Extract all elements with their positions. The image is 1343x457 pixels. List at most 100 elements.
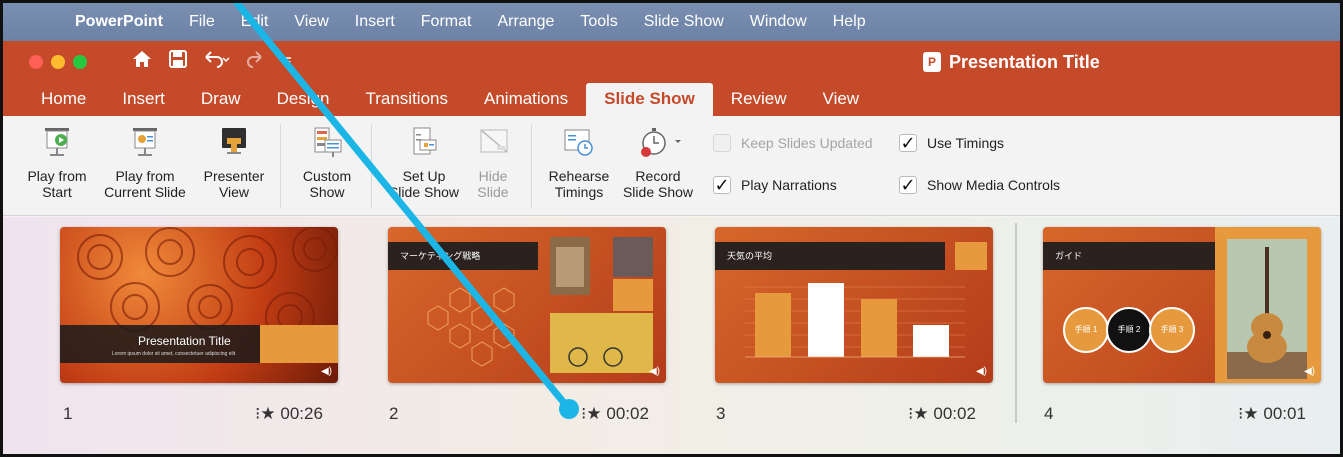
close-window-button[interactable] bbox=[29, 55, 43, 69]
hide-slide-label-2: Slide bbox=[477, 184, 509, 200]
audio-icon: ◀) bbox=[320, 366, 332, 377]
play-from-current-button[interactable]: Play from Current Slide bbox=[95, 126, 195, 200]
title-bar: P Presentation Title bbox=[3, 41, 1340, 83]
custom-show-button[interactable]: Custom Show bbox=[289, 126, 365, 200]
transition-star-icon: ⁝★ bbox=[255, 404, 276, 423]
tab-draw[interactable]: Draw bbox=[183, 83, 259, 116]
use-timings-checkbox[interactable]: ✓ Use Timings bbox=[899, 134, 1004, 152]
tab-home[interactable]: Home bbox=[23, 83, 104, 116]
slide-1-title: Presentation Title bbox=[138, 334, 231, 348]
tab-transitions[interactable]: Transitions bbox=[347, 83, 466, 116]
presenter-view-icon bbox=[216, 126, 252, 160]
slide-4-timing: ⁝★ 00:01 bbox=[1238, 404, 1306, 424]
slide-3-time: 00:02 bbox=[933, 404, 976, 423]
set-up-label-2: Slide Show bbox=[388, 184, 460, 200]
slide-2-time: 00:02 bbox=[606, 404, 649, 423]
presenter-view-button[interactable]: Presenter View bbox=[195, 126, 273, 200]
custom-show-icon bbox=[309, 126, 345, 160]
slide-2-timing: ⁝★ 00:02 bbox=[581, 404, 649, 424]
slide-1-time: 00:26 bbox=[280, 404, 323, 423]
tab-insert[interactable]: Insert bbox=[104, 83, 183, 116]
rehearse-label-1: Rehearse bbox=[548, 168, 610, 184]
tab-review[interactable]: Review bbox=[713, 83, 805, 116]
hide-slide-label-1: Hide bbox=[478, 168, 508, 184]
custom-show-label-1: Custom bbox=[302, 168, 352, 184]
transition-star-icon: ⁝★ bbox=[1238, 404, 1259, 423]
play-narrations-checkbox[interactable]: ✓ Play Narrations bbox=[713, 176, 837, 194]
show-media-controls-checkbox[interactable]: ✓ Show Media Controls bbox=[899, 176, 1060, 194]
menu-window[interactable]: Window bbox=[737, 13, 820, 31]
play-narrations-label: Play Narrations bbox=[741, 177, 837, 193]
menu-help[interactable]: Help bbox=[820, 13, 879, 31]
slide-thumbnail-4[interactable]: ガイド 手順 1 手順 2 手順 3 ◀) bbox=[1043, 227, 1321, 383]
record-slide-show-icon bbox=[628, 126, 688, 160]
slide-thumbnail-2[interactable]: マーケティング戦略 ◀) bbox=[388, 227, 666, 383]
step-3-circle: 手順 3 bbox=[1149, 307, 1195, 353]
transition-star-icon: ⁝★ bbox=[581, 404, 602, 423]
slide-sorter: Presentation Title Lorem ipsum dolor sit… bbox=[3, 217, 1340, 454]
menu-slide-show[interactable]: Slide Show bbox=[631, 13, 737, 31]
home-icon[interactable] bbox=[131, 49, 153, 75]
hide-slide-button[interactable]: Hide Slide bbox=[465, 126, 521, 200]
tab-view[interactable]: View bbox=[805, 83, 878, 116]
undo-icon[interactable] bbox=[203, 50, 231, 74]
audio-icon: ◀) bbox=[648, 366, 660, 377]
zoom-window-button[interactable] bbox=[73, 55, 87, 69]
tab-slide-show[interactable]: Slide Show bbox=[586, 83, 713, 116]
play-from-start-button[interactable]: Play from Start bbox=[21, 126, 93, 200]
customize-toolbar-icon[interactable] bbox=[281, 54, 293, 70]
play-from-start-label-1: Play from bbox=[27, 168, 87, 184]
menu-format[interactable]: Format bbox=[408, 13, 485, 31]
slide-number-1: 1 bbox=[63, 404, 73, 423]
slide-3-chart bbox=[745, 283, 965, 358]
step-1-circle: 手順 1 bbox=[1063, 307, 1109, 353]
show-media-controls-check-icon: ✓ bbox=[899, 175, 917, 195]
slide-1-subtitle: Lorem ipsum dolor sit amet, consectetuer… bbox=[112, 351, 236, 357]
record-slide-show-button[interactable]: Record Slide Show bbox=[615, 126, 701, 200]
slide-number-2: 2 bbox=[389, 404, 399, 423]
slide-sorter-divider bbox=[1015, 223, 1017, 423]
play-from-start-label-2: Start bbox=[42, 184, 72, 200]
redo-icon[interactable] bbox=[247, 50, 265, 74]
menu-view[interactable]: View bbox=[281, 13, 341, 31]
minimize-window-button[interactable] bbox=[51, 55, 65, 69]
guitar-image bbox=[1227, 239, 1307, 379]
slide-2-graphics bbox=[427, 237, 653, 373]
tab-design[interactable]: Design bbox=[259, 83, 348, 116]
show-media-controls-label: Show Media Controls bbox=[927, 177, 1061, 193]
play-narrations-check-icon: ✓ bbox=[713, 175, 731, 195]
record-label-1: Record bbox=[635, 168, 681, 184]
menu-powerpoint[interactable]: PowerPoint bbox=[53, 13, 176, 31]
slide-thumbnail-1[interactable]: Presentation Title Lorem ipsum dolor sit… bbox=[60, 227, 338, 383]
slide-4-title: ガイド bbox=[1043, 242, 1215, 270]
window-controls bbox=[29, 55, 87, 69]
ribbon: Play from Start Play from Current Slide … bbox=[3, 116, 1340, 216]
step-2-circle: 手順 2 bbox=[1106, 307, 1152, 353]
ribbon-tabs: Home Insert Draw Design Transitions Anim… bbox=[3, 83, 1340, 116]
save-icon[interactable] bbox=[169, 50, 187, 74]
slide-thumbnail-3[interactable]: 天気の平均 ◀) bbox=[715, 227, 993, 383]
slide-4-photo-panel bbox=[1215, 227, 1321, 383]
keep-slides-updated-checkbox[interactable]: Keep Slides Updated bbox=[713, 134, 873, 152]
slide-4-time: 00:01 bbox=[1263, 404, 1306, 423]
presenter-view-label-1: Presenter bbox=[203, 168, 265, 184]
tab-animations[interactable]: Animations bbox=[466, 83, 586, 116]
set-up-slide-show-button[interactable]: Set Up Slide Show bbox=[383, 126, 465, 200]
menu-insert[interactable]: Insert bbox=[342, 13, 408, 31]
slide-1-timing: ⁝★ 00:26 bbox=[255, 404, 323, 424]
slide-3-timing: ⁝★ 00:02 bbox=[908, 404, 976, 424]
menu-arrange[interactable]: Arrange bbox=[484, 13, 567, 31]
slide-number-3: 3 bbox=[716, 404, 726, 423]
record-label-2: Slide Show bbox=[622, 184, 694, 200]
menu-bar: PowerPoint File Edit View Insert Format … bbox=[3, 3, 1340, 41]
menu-edit[interactable]: Edit bbox=[228, 13, 282, 31]
slide-number-4: 4 bbox=[1044, 404, 1054, 423]
play-from-current-label-1: Play from bbox=[115, 168, 175, 184]
menu-tools[interactable]: Tools bbox=[567, 13, 630, 31]
menu-file[interactable]: File bbox=[176, 13, 228, 31]
rehearse-timings-button[interactable]: Rehearse Timings bbox=[543, 126, 615, 200]
roses-image bbox=[60, 227, 338, 363]
set-up-slide-show-icon bbox=[406, 126, 442, 160]
document-title-text: Presentation Title bbox=[949, 51, 1100, 72]
powerpoint-doc-icon: P bbox=[923, 52, 941, 72]
